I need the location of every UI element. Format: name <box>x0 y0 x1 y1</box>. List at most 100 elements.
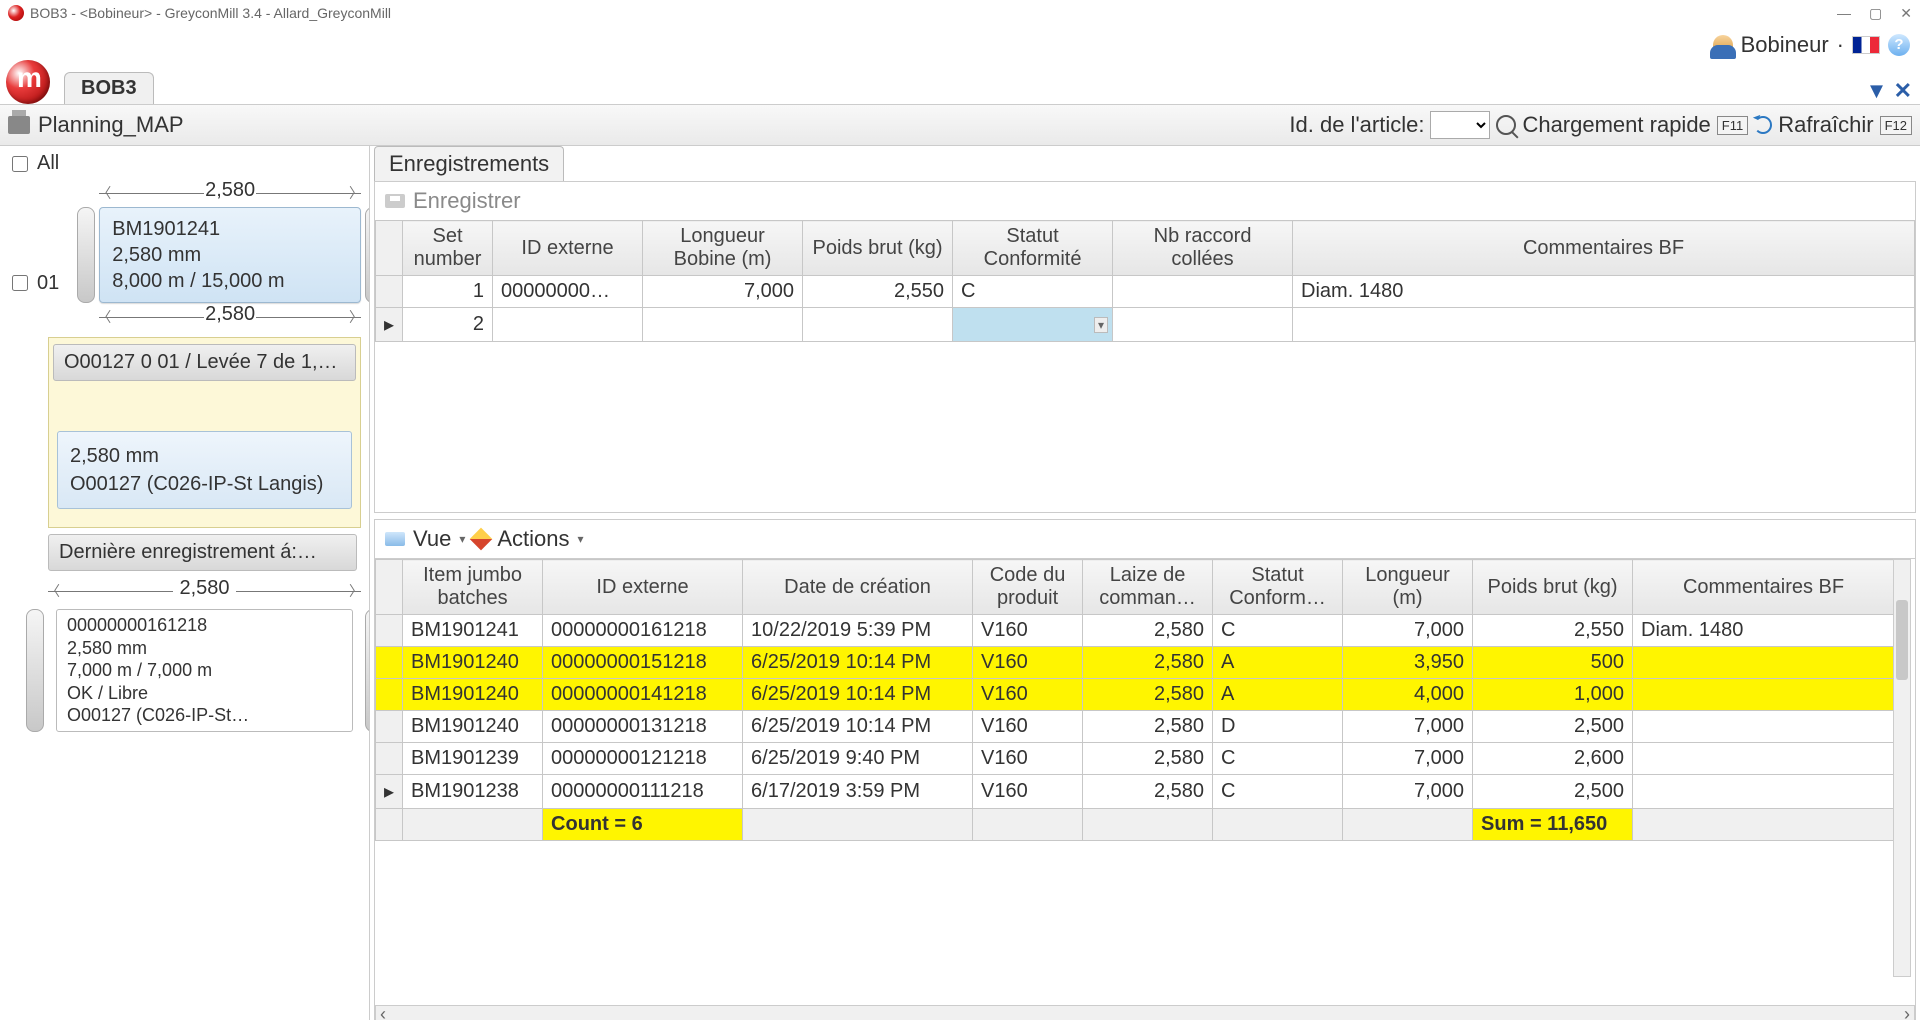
col-ext[interactable]: ID externe <box>493 221 643 276</box>
jumbo-card[interactable]: BM1901241 2,580 mm 8,000 m / 15,000 m <box>99 207 361 303</box>
row-selector[interactable] <box>376 711 403 743</box>
row-selector[interactable] <box>376 276 403 308</box>
records-tab[interactable]: Enregistrements <box>374 146 564 181</box>
check-all-box[interactable] <box>12 156 28 172</box>
flag-fr-icon[interactable] <box>1852 36 1880 54</box>
cell-conf[interactable]: C <box>1213 743 1343 775</box>
row-selector[interactable] <box>376 679 403 711</box>
app-main-logo-icon[interactable] <box>6 60 50 104</box>
cell-prod[interactable]: V160 <box>973 647 1083 679</box>
col2-laize[interactable]: Laize de comman… <box>1083 560 1213 615</box>
check-01-box[interactable] <box>12 275 28 291</box>
cell-prod[interactable]: V160 <box>973 615 1083 647</box>
row-selector[interactable] <box>376 647 403 679</box>
cell-date[interactable]: 6/17/2019 3:59 PM <box>743 775 973 809</box>
cell-wt[interactable]: 500 <box>1473 647 1633 679</box>
vertical-scrollbar[interactable] <box>1893 559 1911 977</box>
cell-laize[interactable]: 2,580 <box>1083 743 1213 775</box>
row-selector[interactable] <box>376 743 403 775</box>
cell-date[interactable]: 6/25/2019 10:14 PM <box>743 679 973 711</box>
cell-len[interactable]: 4,000 <box>1343 679 1473 711</box>
pencil-icon[interactable] <box>470 528 493 551</box>
cell-laize[interactable]: 2,580 <box>1083 711 1213 743</box>
check-all[interactable]: All <box>8 152 361 175</box>
cell-batch[interactable]: BM1901240 <box>403 711 543 743</box>
cell-comm[interactable]: Diam. 1480 <box>1633 615 1895 647</box>
cell-batch[interactable]: BM1901238 <box>403 775 543 809</box>
col-conf[interactable]: Statut Conformité <box>953 221 1113 276</box>
cell-date[interactable]: 6/25/2019 10:14 PM <box>743 711 973 743</box>
cell-len[interactable]: 7,000 <box>643 276 803 308</box>
cell-prod[interactable]: V160 <box>973 679 1083 711</box>
save-icon[interactable] <box>385 194 405 208</box>
minimize-pane-icon[interactable]: ▼ <box>1866 78 1888 103</box>
view-dropdown-icon[interactable]: ▾ <box>459 532 465 546</box>
cell-len[interactable]: 7,000 <box>1343 711 1473 743</box>
cell-conf[interactable]: C <box>1213 775 1343 809</box>
cell-len[interactable]: 7,000 <box>1343 615 1473 647</box>
cell-splice[interactable] <box>1113 276 1293 308</box>
cell-conf[interactable]: A <box>1213 647 1343 679</box>
order-info-box[interactable]: 2,580 mm O00127 (C026-IP-St Langis) <box>57 431 352 509</box>
cell-date[interactable]: 10/22/2019 5:39 PM <box>743 615 973 647</box>
col2-prod[interactable]: Code du produit <box>973 560 1083 615</box>
cell-comm[interactable] <box>1633 743 1895 775</box>
records-table[interactable]: Set number ID externe Longueur Bobine (m… <box>375 220 1915 342</box>
history-row[interactable]: BM1901240000000001312186/25/2019 10:14 P… <box>376 711 1895 743</box>
col2-date[interactable]: Date de création <box>743 560 973 615</box>
tab-bob3[interactable]: BOB3 <box>64 72 154 104</box>
cell-splice[interactable] <box>1113 308 1293 342</box>
cell-wt[interactable]: 2,500 <box>1473 775 1633 809</box>
article-id-select[interactable] <box>1430 111 1490 139</box>
cell-conf[interactable]: C <box>1213 615 1343 647</box>
order-bar[interactable]: O00127 0 01 / Levée 7 de 1,… <box>53 344 356 381</box>
col2-conf[interactable]: Statut Conform… <box>1213 560 1343 615</box>
cell-date[interactable]: 6/25/2019 10:14 PM <box>743 647 973 679</box>
view-button[interactable]: Vue <box>413 526 451 552</box>
actions-dropdown-icon[interactable]: ▾ <box>578 532 584 546</box>
cell-len[interactable] <box>643 308 803 342</box>
cell-laize[interactable]: 2,580 <box>1083 775 1213 809</box>
col2-wt[interactable]: Poids brut (kg) <box>1473 560 1633 615</box>
cell-set[interactable]: 2 <box>403 308 493 342</box>
row-selector[interactable]: ▸ <box>376 308 403 342</box>
col-set[interactable]: Set number <box>403 221 493 276</box>
cell-laize[interactable]: 2,580 <box>1083 615 1213 647</box>
cell-wt[interactable]: 2,550 <box>803 276 953 308</box>
view-icon[interactable] <box>385 532 405 546</box>
cell-ext[interactable]: 00000000111218 <box>543 775 743 809</box>
cell-comm[interactable] <box>1633 711 1895 743</box>
search-icon[interactable] <box>1496 115 1516 135</box>
cell-comm[interactable] <box>1293 308 1915 342</box>
cell-wt[interactable]: 2,600 <box>1473 743 1633 775</box>
cell-ext[interactable]: 00000000141218 <box>543 679 743 711</box>
cell-len[interactable]: 7,000 <box>1343 743 1473 775</box>
close-button[interactable]: ✕ <box>1900 5 1912 22</box>
cell-wt[interactable]: 1,000 <box>1473 679 1633 711</box>
quick-load-button[interactable]: Chargement rapide <box>1522 112 1710 138</box>
cell-ext[interactable]: 00000000161218 <box>543 615 743 647</box>
history-row[interactable]: BM1901240000000001412186/25/2019 10:14 P… <box>376 679 1895 711</box>
minimize-button[interactable]: — <box>1837 5 1851 22</box>
save-button[interactable]: Enregistrer <box>413 188 521 214</box>
col-wt[interactable]: Poids brut (kg) <box>803 221 953 276</box>
user-name[interactable]: Bobineur <box>1741 32 1829 58</box>
col2-len[interactable]: Longueur (m) <box>1343 560 1473 615</box>
cell-ext[interactable]: 00000000121218 <box>543 743 743 775</box>
cell-comm[interactable] <box>1633 679 1895 711</box>
cell-conf[interactable] <box>953 308 1113 342</box>
row-selector[interactable] <box>376 615 403 647</box>
last-record-card[interactable]: 00000000161218 2,580 mm 7,000 m / 7,000 … <box>56 609 353 732</box>
cell-conf[interactable]: D <box>1213 711 1343 743</box>
close-pane-icon[interactable]: ✕ <box>1894 78 1912 103</box>
cell-prod[interactable]: V160 <box>973 711 1083 743</box>
cell-comm[interactable] <box>1633 775 1895 809</box>
record-row[interactable]: ▸2 <box>376 308 1915 342</box>
col-comm[interactable]: Commentaires BF <box>1293 221 1915 276</box>
cell-batch[interactable]: BM1901240 <box>403 647 543 679</box>
history-row[interactable]: BM19012410000000016121810/22/2019 5:39 P… <box>376 615 1895 647</box>
cell-ext[interactable]: 00000000131218 <box>543 711 743 743</box>
history-row[interactable]: ▸BM1901238000000001112186/17/2019 3:59 P… <box>376 775 1895 809</box>
cell-laize[interactable]: 2,580 <box>1083 679 1213 711</box>
cell-ext[interactable]: 00000000151218 <box>543 647 743 679</box>
